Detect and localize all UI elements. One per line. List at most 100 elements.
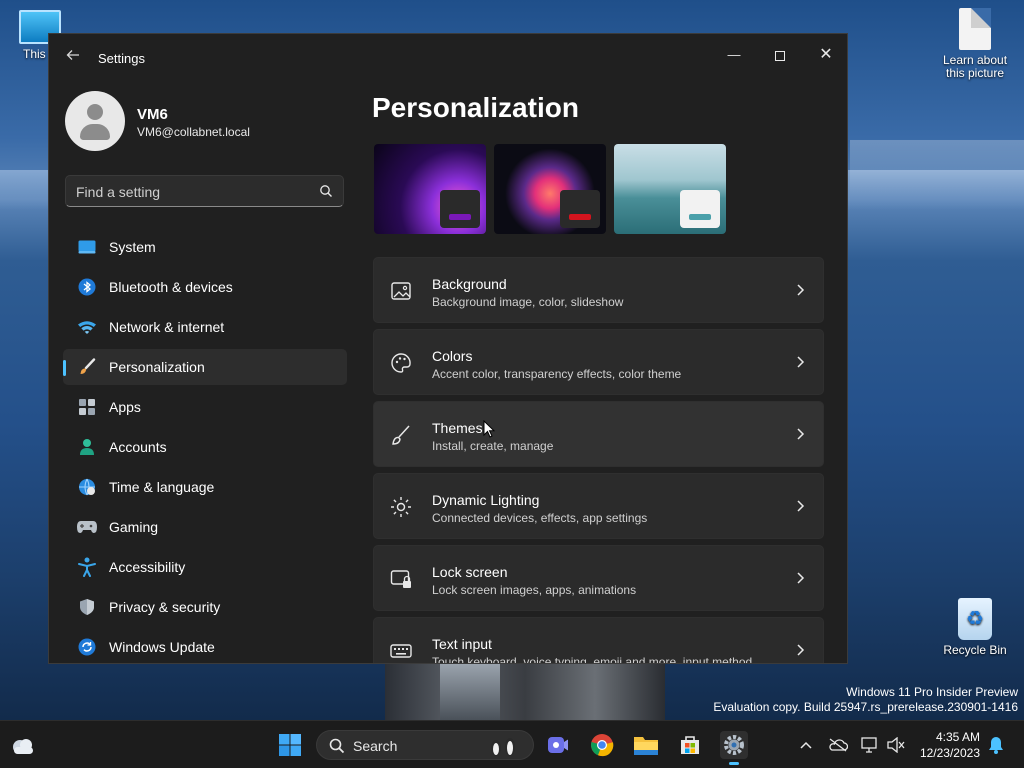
settings-window: Settings — ✕ VM6 VM6@collabnet.local Sys…: [48, 33, 848, 664]
weather-widget-icon[interactable]: [10, 733, 36, 759]
taskbar-app-chrome[interactable]: [588, 731, 616, 759]
chevron-right-icon: [797, 284, 805, 296]
card-title: Background: [432, 276, 507, 292]
sidebar-item-label: Windows Update: [109, 639, 215, 655]
card-title: Dynamic Lighting: [432, 492, 540, 508]
sidebar-item-system[interactable]: System: [63, 229, 347, 265]
card-background[interactable]: Background Background image, color, slid…: [373, 257, 824, 323]
card-themes[interactable]: Themes Install, create, manage: [373, 401, 824, 467]
update-icon: [77, 637, 97, 657]
maximize-button[interactable]: [757, 40, 803, 70]
clock-date: 12/23/2023: [919, 746, 980, 760]
desktop-icon-label: Recycle Bin: [943, 643, 1007, 657]
sidebar-item-personalization[interactable]: Personalization: [63, 349, 347, 385]
sidebar-item-windows-update[interactable]: Windows Update: [63, 629, 347, 663]
close-icon: ✕: [819, 46, 833, 63]
globe-clock-icon: [77, 477, 97, 497]
onedrive-offline-icon[interactable]: [828, 735, 848, 755]
theme-accent-bar: [569, 214, 591, 220]
search-input[interactable]: [76, 182, 306, 202]
tray-overflow-chevron-up-icon[interactable]: [796, 735, 816, 755]
taskbar-app-settings[interactable]: [720, 731, 748, 765]
card-text-input[interactable]: Text input Touch keyboard, voice typing,…: [373, 617, 824, 663]
card-title: Lock screen: [432, 564, 508, 580]
evaluation-watermark: Windows 11 Pro Insider Preview Evaluatio…: [713, 685, 1018, 715]
desktop-icon-recycle-bin[interactable]: ♻ Recycle Bin: [935, 598, 1015, 657]
profile-email: VM6@collabnet.local: [137, 125, 250, 139]
title-bar[interactable]: Settings — ✕: [49, 34, 847, 80]
desktop-icon-learn-about-picture[interactable]: Learn about this picture: [935, 8, 1015, 80]
volume-muted-icon[interactable]: [886, 735, 906, 755]
notification-bell-icon[interactable]: [986, 735, 1006, 755]
store-icon: [681, 736, 699, 754]
wifi-icon: [77, 317, 97, 337]
taskbar-app-teams[interactable]: [544, 731, 572, 759]
theme-swatch: [680, 190, 720, 228]
page-title: Personalization: [372, 92, 579, 123]
sidebar-item-apps[interactable]: Apps: [63, 389, 347, 425]
profile-name: VM6: [137, 106, 168, 123]
find-setting-search: [65, 175, 344, 207]
avatar[interactable]: [65, 91, 125, 151]
mouse-cursor-icon: [483, 420, 495, 438]
sidebar-item-time-language[interactable]: Time & language: [63, 469, 347, 505]
theme-swatch: [560, 190, 600, 228]
sidebar-item-label: Network & internet: [109, 319, 225, 335]
card-colors[interactable]: Colors Accent color, transparency effect…: [373, 329, 824, 395]
chevron-right-icon: [797, 644, 805, 656]
taskbar-search-label: Search: [353, 738, 398, 754]
chevron-right-icon: [797, 428, 805, 440]
bluetooth-icon: [77, 277, 97, 297]
desktop-icon-label: Learn about this picture: [942, 53, 1008, 80]
accessibility-icon: [77, 557, 97, 577]
theme-thumbnail-lake[interactable]: [614, 144, 726, 234]
wallpaper-mountains: [850, 140, 1024, 200]
sidebar-item-label: Apps: [109, 399, 141, 415]
document-icon: [959, 8, 991, 50]
keyboard-icon: [390, 644, 412, 658]
sidebar-item-label: Time & language: [109, 479, 215, 495]
settings-cards: Background Background image, color, slid…: [373, 257, 824, 663]
sidebar-item-privacy-security[interactable]: Privacy & security: [63, 589, 347, 625]
taskbar-clock[interactable]: 4:35 AM 12/23/2023: [914, 729, 980, 761]
window-title: Settings: [98, 51, 145, 66]
close-button[interactable]: ✕: [803, 40, 847, 70]
search-icon[interactable]: [319, 184, 333, 198]
accounts-icon: [77, 437, 97, 457]
card-subtitle: Lock screen images, apps, animations: [432, 583, 637, 597]
theme-accent-bar: [449, 214, 471, 220]
sidebar-item-accounts[interactable]: Accounts: [63, 429, 347, 465]
watermark-line-1: Windows 11 Pro Insider Preview: [846, 685, 1018, 699]
sidebar-nav: System Bluetooth & devices Network & int…: [63, 229, 347, 663]
sidebar-item-label: Accounts: [109, 439, 167, 455]
theme-thumbnail-bloom[interactable]: [494, 144, 606, 234]
maximize-icon: [775, 50, 785, 61]
windows-start-icon[interactable]: [278, 733, 302, 757]
card-subtitle: Background image, color, slideshow: [432, 295, 624, 309]
sidebar-item-gaming[interactable]: Gaming: [63, 509, 347, 545]
card-dynamic-lighting[interactable]: Dynamic Lighting Connected devices, effe…: [373, 473, 824, 539]
clock-time: 4:35 AM: [935, 730, 980, 744]
sidebar-item-network[interactable]: Network & internet: [63, 309, 347, 345]
card-lock-screen[interactable]: Lock screen Lock screen images, apps, an…: [373, 545, 824, 611]
watermark-line-2: Evaluation copy. Build 25947.rs_prerelea…: [713, 700, 1018, 714]
minimize-button[interactable]: —: [711, 40, 757, 70]
chevron-right-icon: [797, 500, 805, 512]
image-icon: [391, 282, 411, 300]
sidebar-item-label: Privacy & security: [109, 599, 221, 615]
taskbar-search[interactable]: Search: [316, 730, 534, 760]
chrome-icon: [591, 734, 614, 757]
card-subtitle: Install, create, manage: [432, 439, 554, 453]
taskbar-app-store[interactable]: [676, 731, 704, 759]
back-button[interactable]: [63, 48, 83, 68]
shield-icon: [77, 597, 97, 617]
theme-thumbnail-glow[interactable]: [374, 144, 486, 234]
sidebar-item-label: Gaming: [109, 519, 159, 535]
theme-accent-bar: [689, 214, 711, 220]
taskbar-app-file-explorer[interactable]: [632, 731, 660, 759]
arrow-left-icon: [66, 50, 79, 60]
network-icon[interactable]: [860, 735, 880, 755]
sidebar-item-bluetooth[interactable]: Bluetooth & devices: [63, 269, 347, 305]
file-explorer-icon: [634, 737, 658, 755]
sidebar-item-accessibility[interactable]: Accessibility: [63, 549, 347, 585]
